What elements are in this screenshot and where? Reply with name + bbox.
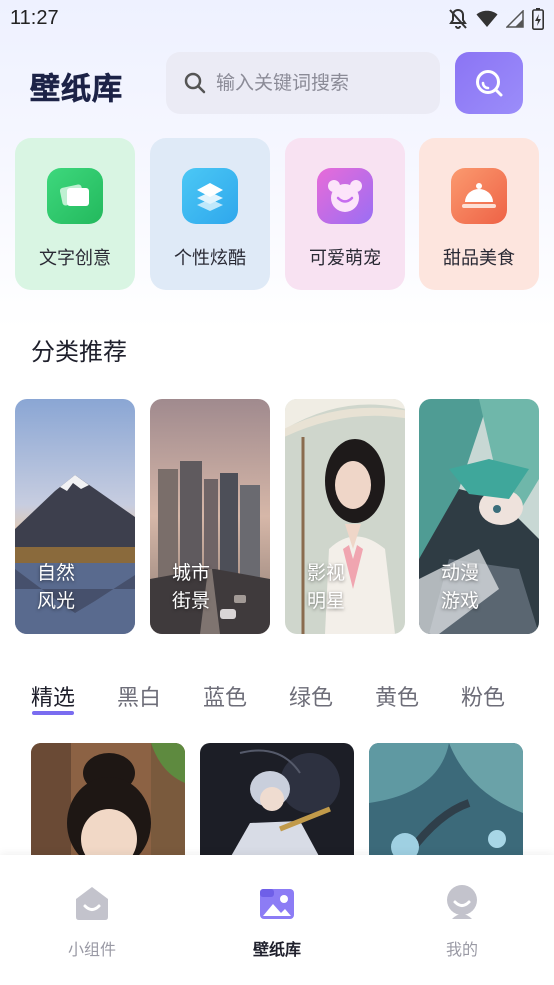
category-card-anime-games[interactable]: 动漫 游戏 [419,399,539,634]
wifi-icon [476,10,498,28]
bear-face-icon [317,168,373,224]
nav-wallpapers[interactable]: 壁纸库 [217,883,337,960]
category-card-city[interactable]: 城市 街景 [150,399,270,634]
bottom-navigation: 小组件 壁纸库 我的 [0,855,554,985]
notifications-off-icon [449,8,467,29]
card-label-line1: 影视 [307,562,346,584]
nav-label: 我的 [445,940,478,959]
quick-category-cool[interactable]: 个性炫酷 [150,138,270,290]
widget-home-icon [76,887,108,920]
quick-category-label: 文字创意 [39,248,111,269]
nav-profile[interactable]: 我的 [402,883,522,960]
tab-blue[interactable]: 蓝色 [203,680,247,712]
quick-category-label: 个性炫酷 [174,248,246,269]
profile-face-icon [447,885,477,919]
wallpaper-thumbnail[interactable] [200,743,354,858]
cloche-icon [451,168,507,224]
tab-black-white[interactable]: 黑白 [117,680,161,712]
card-label-line2: 街景 [172,590,211,612]
battery-icon [532,8,544,30]
quick-category-cute-pets[interactable]: 可爱萌宠 [285,138,405,290]
gallery-icon [260,889,294,919]
leaves-dewdrops-thumbnail [369,743,523,858]
tab-yellow[interactable]: 黄色 [375,680,419,712]
card-label-line1: 动漫 [441,562,480,584]
card-label-line2: 明星 [307,590,346,612]
quick-category-text-creative[interactable]: 文字创意 [15,138,135,290]
nav-label: 壁纸库 [252,940,301,959]
category-card-film-stars[interactable]: 影视 明星 [285,399,405,634]
quick-category-desserts[interactable]: 甜品美食 [419,138,539,290]
status-bar: 11:27 [0,0,554,40]
signal-icon [506,10,524,28]
anime-warrior-thumbnail [200,743,354,858]
card-label-line1: 城市 [172,562,211,584]
search-input[interactable] [216,72,426,94]
nav-widgets[interactable]: 小组件 [32,883,152,960]
search-bar[interactable] [166,52,440,114]
cards-icon [47,168,103,224]
card-label-line2: 风光 [37,590,76,612]
tab-featured[interactable]: 精选 [31,680,75,712]
search-icon [184,72,206,94]
quick-category-label: 甜品美食 [443,248,515,269]
active-tab-indicator [32,711,74,715]
nav-label: 小组件 [67,940,116,959]
search-icon [476,70,503,97]
wallpaper-thumbnail[interactable] [31,743,185,858]
status-icons [448,7,544,31]
wallpaper-thumbnail[interactable] [369,743,523,858]
quick-category-label: 可爱萌宠 [309,248,381,269]
card-label-line2: 游戏 [441,590,480,612]
section-title: 分类推荐 [31,338,127,366]
card-label-line1: 自然 [37,562,76,584]
tab-green[interactable]: 绿色 [289,680,333,712]
tab-pink[interactable]: 粉色 [461,680,505,712]
app-logo: 壁纸库 [30,72,123,108]
status-time: 11:27 [10,7,59,29]
search-button[interactable] [455,52,523,114]
layers-icon [182,168,238,224]
woman-portrait-thumbnail [31,743,185,858]
category-card-nature[interactable]: 自然 风光 [15,399,135,634]
